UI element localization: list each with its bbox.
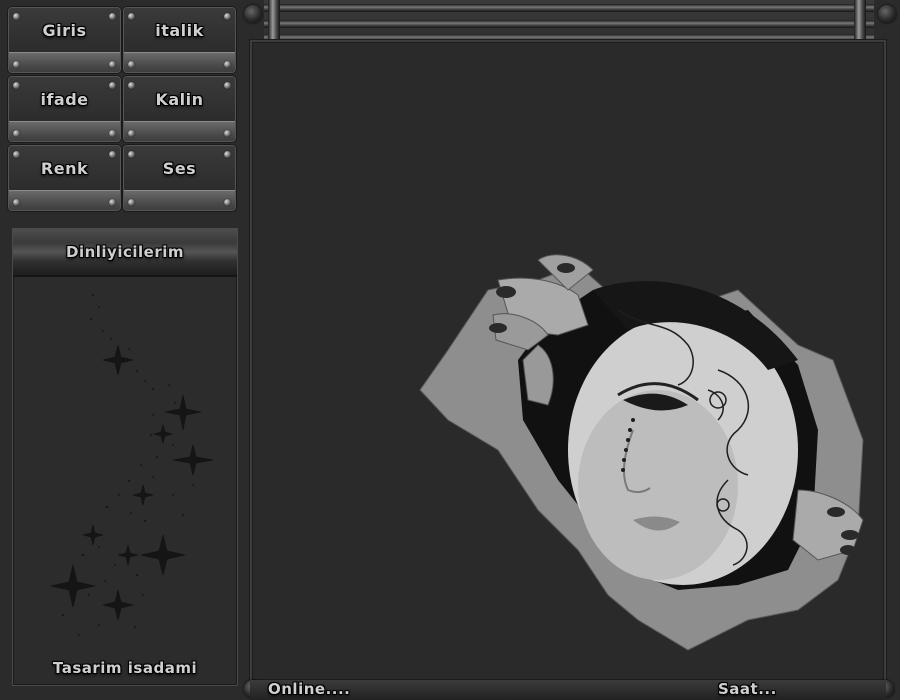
ifade-button-label: ifade [9, 77, 120, 121]
screw-icon [13, 130, 20, 137]
kalin-button[interactable]: Kalin [123, 76, 236, 142]
renk-button-label: Renk [9, 146, 120, 190]
screw-icon [13, 13, 20, 20]
clock-display: Saat... [718, 680, 777, 698]
screw-icon [109, 82, 116, 89]
screw-icon [128, 82, 135, 89]
header-pillar [854, 0, 866, 42]
plate-lower-band [9, 121, 120, 141]
italik-button-label: italik [124, 8, 235, 52]
plate-lower-band [124, 190, 235, 210]
screw-icon [128, 199, 135, 206]
header-pillar [268, 0, 280, 42]
screw-icon [109, 199, 116, 206]
screw-icon [109, 151, 116, 158]
online-link[interactable]: Online.... [268, 680, 350, 698]
plate-lower-band [124, 52, 235, 72]
renk-button[interactable]: Renk [8, 145, 121, 211]
header-rail [264, 20, 874, 28]
screw-icon [224, 61, 231, 68]
screw-icon [109, 13, 116, 20]
listeners-panel-title: Dinliyicilerim [13, 229, 237, 277]
screw-icon [109, 61, 116, 68]
header-rail [264, 4, 874, 12]
ses-button[interactable]: Ses [123, 145, 236, 211]
giris-button-label: Giris [9, 8, 120, 52]
screw-icon [128, 130, 135, 137]
italik-button[interactable]: italik [123, 7, 236, 73]
screw-icon [128, 151, 135, 158]
screw-icon [128, 61, 135, 68]
screw-icon [128, 13, 135, 20]
plate-lower-band [124, 121, 235, 141]
screw-icon [13, 82, 20, 89]
screw-icon [224, 199, 231, 206]
ifade-button[interactable]: ifade [8, 76, 121, 142]
screw-icon [13, 61, 20, 68]
screw-icon [224, 130, 231, 137]
torn-paper-portrait-image [419, 254, 864, 651]
screw-icon [13, 199, 20, 206]
screw-icon [224, 13, 231, 20]
screw-icon [224, 151, 231, 158]
screw-icon [13, 151, 20, 158]
ses-button-label: Ses [124, 146, 235, 190]
designer-credit: Tasarim isadami [52, 659, 198, 677]
screw-icon [109, 130, 116, 137]
screw-icon [224, 82, 231, 89]
plate-lower-band [9, 190, 120, 210]
rail-knob-icon [878, 5, 896, 23]
rail-knob-icon [244, 5, 262, 23]
listeners-panel: Dinliyicilerim Tasarim isadami [12, 228, 238, 686]
plate-lower-band [9, 52, 120, 72]
kalin-button-label: Kalin [124, 77, 235, 121]
giris-button[interactable]: Giris [8, 7, 121, 73]
sparkle-decoration-icon [50, 293, 214, 636]
